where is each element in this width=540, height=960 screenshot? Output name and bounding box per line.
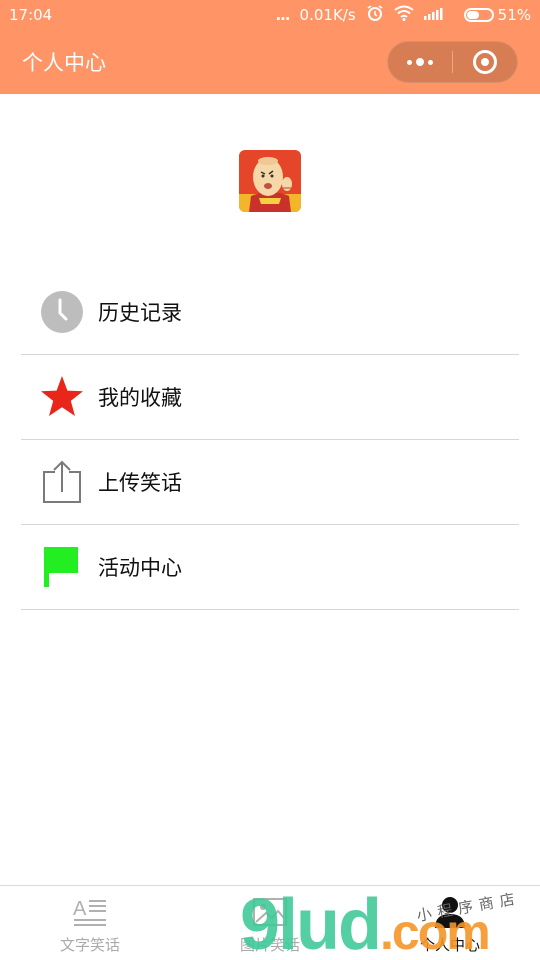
status-speed: 0.01K/s [299,6,356,24]
tab-personal-center[interactable]: 个人中心 [360,886,540,960]
upload-icon [40,460,84,504]
flag-icon [40,545,84,589]
page-title: 个人中心 [22,51,106,75]
tab-image-jokes[interactable]: 图片笑话 [180,886,360,960]
tab-label: 图片笑话 [239,936,300,954]
menu-item-history[interactable]: 历史记录 [21,270,519,355]
person-icon [432,896,468,928]
tab-label: 文字笑话 [59,936,120,954]
menu-item-activity[interactable]: 活动中心 [21,525,519,610]
battery-indicator: 51% [463,6,531,24]
menu-item-upload[interactable]: 上传笑话 [21,440,519,525]
tab-text-jokes[interactable]: A 文字笑话 [0,886,180,960]
menu-item-label: 活动中心 [98,556,182,580]
star-icon [40,375,84,419]
target-icon [473,50,497,74]
more-dots-icon [407,58,433,66]
close-miniprogram-button[interactable] [453,42,517,82]
miniprogram-capsule [387,41,518,83]
clock-icon [40,290,84,334]
status-bar: 17:04 ... 0.01K/s 51% [0,0,540,30]
text-icon: A [72,896,108,928]
menu-item-favorites[interactable]: 我的收藏 [21,355,519,440]
menu-item-label: 我的收藏 [98,386,182,410]
cell-signal-icon [423,5,454,25]
alarm-icon [366,4,384,26]
tab-bar: A 文字笑话 图片笑话 个人中心 [0,885,540,960]
battery-percent: 51% [497,6,531,24]
more-button[interactable] [388,42,452,82]
avatar[interactable] [239,150,301,212]
tab-label: 个人中心 [419,936,480,954]
menu-item-label: 上传笑话 [98,471,182,495]
wifi-icon [394,5,414,25]
status-dots: ... [275,6,290,24]
battery-icon [463,8,494,22]
status-time: 17:04 [9,6,53,24]
status-right: ... 0.01K/s 51% [275,4,531,26]
menu-item-label: 历史记录 [98,301,182,325]
image-icon [252,896,288,928]
svg-text:A: A [73,898,87,920]
nav-bar: 个人中心 [0,30,540,94]
menu-list: 历史记录 我的收藏 上传笑话 活动中心 [21,270,519,610]
